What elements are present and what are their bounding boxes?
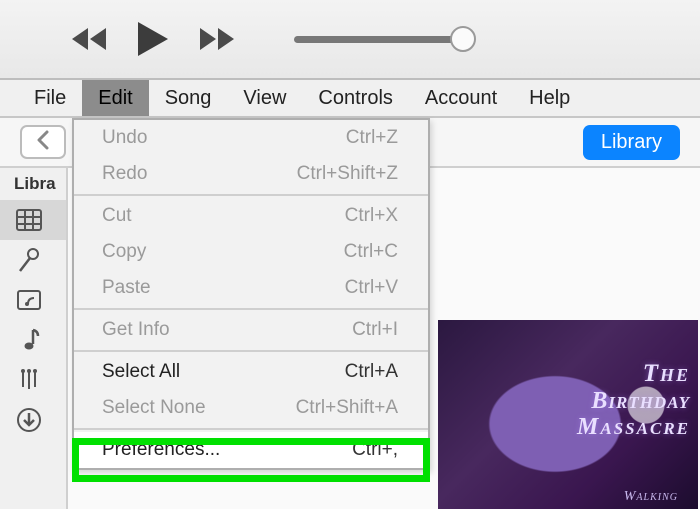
- sidebar-item-genres[interactable]: [0, 360, 66, 400]
- menu-account[interactable]: Account: [409, 80, 513, 116]
- menu-edit[interactable]: Edit: [82, 80, 148, 116]
- sidebar-title: Libra: [0, 174, 66, 194]
- menu-label: Select None: [102, 397, 206, 419]
- menu-label: Cut: [102, 205, 132, 227]
- menu-shortcut: Ctrl+V: [345, 277, 398, 299]
- rewind-icon[interactable]: [70, 26, 108, 52]
- menu-shortcut: Ctrl+,: [352, 439, 398, 461]
- menu-item-select-all[interactable]: Select All Ctrl+A: [74, 354, 428, 390]
- edit-dropdown: Undo Ctrl+Z Redo Ctrl+Shift+Z Cut Ctrl+X Co…: [72, 118, 430, 470]
- menu-label: Undo: [102, 127, 147, 149]
- menu-shortcut: Ctrl+A: [345, 361, 398, 383]
- menu-item-select-none[interactable]: Select None Ctrl+Shift+A: [74, 390, 428, 426]
- download-icon: [14, 407, 44, 433]
- menu-help[interactable]: Help: [513, 80, 586, 116]
- sidebar: Libra: [0, 168, 68, 509]
- menu-shortcut: Ctrl+X: [345, 205, 398, 227]
- progress-knob[interactable]: [450, 26, 476, 52]
- menu-item-preferences[interactable]: Preferences... Ctrl+,: [74, 432, 428, 468]
- menu-item-cut[interactable]: Cut Ctrl+X: [74, 198, 428, 234]
- album-title-line1: The: [643, 360, 690, 388]
- back-button[interactable]: [20, 125, 66, 159]
- album-title-line2: Birthday: [591, 388, 690, 415]
- album-icon: [14, 287, 44, 313]
- menu-shortcut: Ctrl+Shift+Z: [297, 163, 398, 185]
- album-title-line3: Massacre: [577, 414, 690, 441]
- menu-view[interactable]: View: [227, 80, 302, 116]
- menu-shortcut: Ctrl+Shift+A: [296, 397, 398, 419]
- menu-separator: [74, 350, 428, 352]
- library-button[interactable]: Library: [583, 125, 680, 160]
- menu-shortcut: Ctrl+C: [344, 241, 398, 263]
- menu-shortcut: Ctrl+Z: [346, 127, 398, 149]
- sidebar-item-recently-added[interactable]: [0, 200, 66, 240]
- chevron-left-icon: [36, 130, 50, 155]
- menu-separator: [74, 428, 428, 430]
- menu-controls[interactable]: Controls: [302, 80, 408, 116]
- music-note-icon: [14, 327, 44, 353]
- progress-track: [294, 36, 464, 43]
- menu-item-copy[interactable]: Copy Ctrl+C: [74, 234, 428, 270]
- playback-bar: [0, 0, 700, 80]
- menu-label: Copy: [102, 241, 146, 263]
- menu-song[interactable]: Song: [149, 80, 228, 116]
- menu-shortcut: Ctrl+I: [352, 319, 398, 341]
- album-art[interactable]: The Birthday Massacre Walking: [438, 320, 698, 509]
- sidebar-item-artists[interactable]: [0, 240, 66, 280]
- menu-label: Paste: [102, 277, 151, 299]
- menu-item-redo[interactable]: Redo Ctrl+Shift+Z: [74, 156, 428, 192]
- fast-forward-icon[interactable]: [198, 26, 236, 52]
- menu-item-get-info[interactable]: Get Info Ctrl+I: [74, 312, 428, 348]
- menubar: File Edit Song View Controls Account Hel…: [0, 80, 700, 118]
- grid-icon: [14, 207, 44, 233]
- menu-label: Preferences...: [102, 439, 220, 461]
- menu-label: Get Info: [102, 319, 170, 341]
- album-subtitle: Walking: [624, 489, 678, 505]
- menu-file[interactable]: File: [18, 80, 82, 116]
- sidebar-item-albums[interactable]: [0, 280, 66, 320]
- menu-item-undo[interactable]: Undo Ctrl+Z: [74, 120, 428, 156]
- sidebar-item-songs[interactable]: [0, 320, 66, 360]
- guitar-icon: [14, 367, 44, 393]
- menu-item-paste[interactable]: Paste Ctrl+V: [74, 270, 428, 306]
- menu-separator: [74, 194, 428, 196]
- play-icon[interactable]: [136, 20, 170, 58]
- menu-label: Select All: [102, 361, 180, 383]
- playback-controls: [70, 20, 236, 58]
- menu-label: Redo: [102, 163, 147, 185]
- sidebar-item-downloaded[interactable]: [0, 400, 66, 440]
- menu-separator: [74, 308, 428, 310]
- progress-slider[interactable]: [294, 36, 464, 43]
- microphone-icon: [14, 247, 44, 273]
